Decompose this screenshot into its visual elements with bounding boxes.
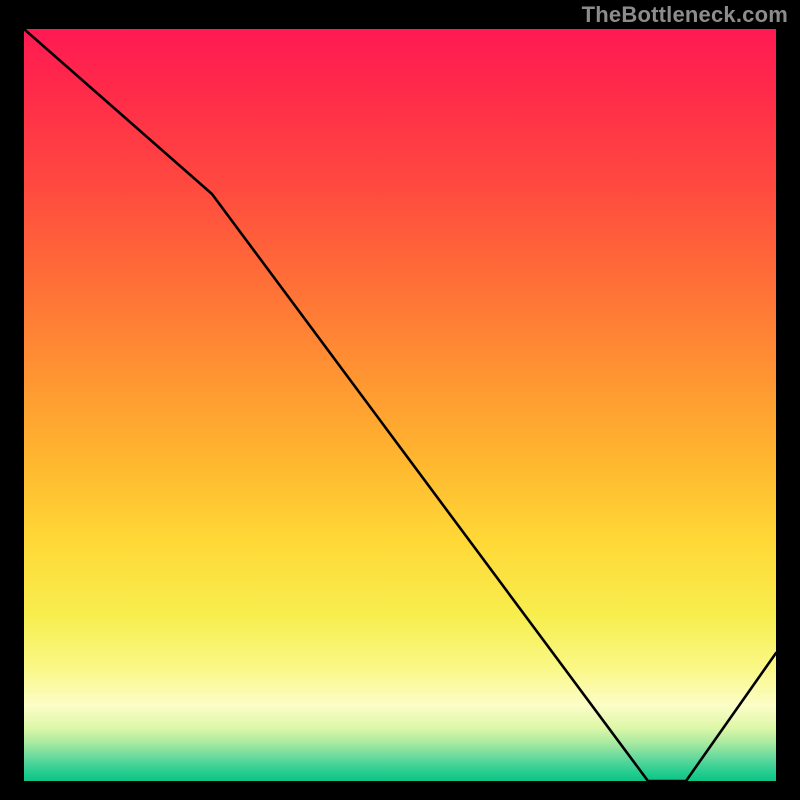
plot-area xyxy=(20,25,780,785)
curve-layer xyxy=(24,29,776,781)
chart-container: TheBottleneck.com xyxy=(0,0,800,800)
bottleneck-curve xyxy=(24,29,776,781)
